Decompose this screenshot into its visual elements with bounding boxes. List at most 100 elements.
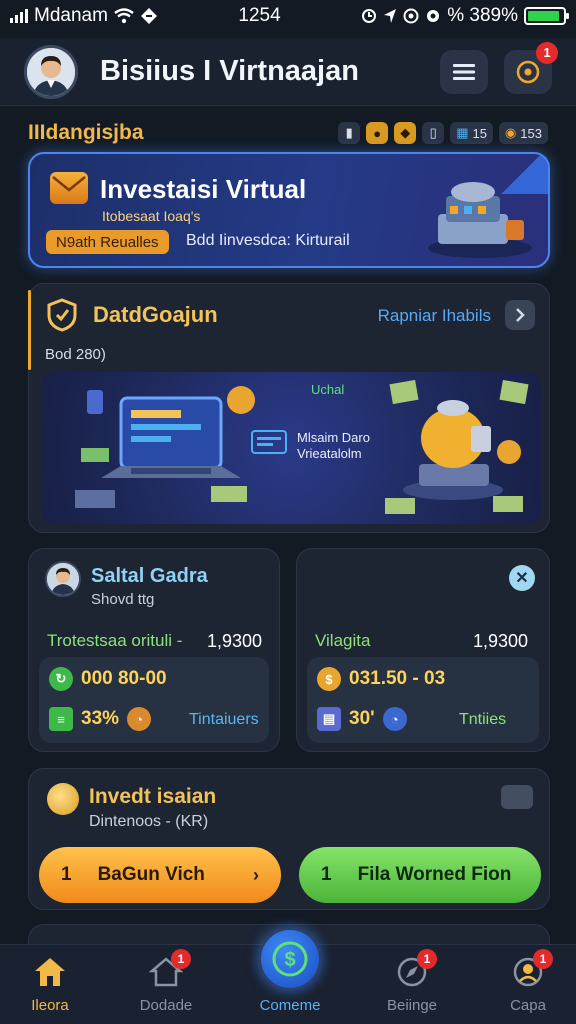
dollar-coin-icon: $	[317, 667, 341, 691]
bottom-nav: Ileora 1 Dodade $ Comeme 1 Beiinge 1 Cap…	[0, 927, 576, 1024]
stat-chip-b[interactable]: ◉ 153	[498, 122, 548, 144]
refresh-icon: ↻	[49, 667, 73, 691]
shield-icon	[47, 298, 77, 332]
status-time: 1254	[238, 5, 281, 26]
primary-action-button[interactable]: 1 BaGun Vich ›	[39, 847, 281, 903]
target-icon	[516, 60, 540, 83]
illustration-caption-1: Uchal	[311, 382, 345, 397]
nav-item-beiinge[interactable]: 1 Beiinge	[362, 949, 462, 1021]
section-header: IIIdangisjba ▮ ● ◆ ▯ ▦ 15 ◉ 153	[28, 118, 548, 148]
nav-item-home[interactable]: Ileora	[0, 955, 100, 1021]
timer-icon: ◔	[127, 707, 152, 731]
status-right: % 389%	[361, 5, 569, 27]
svg-text:$: $	[284, 949, 295, 971]
carrier-label: Mdanam	[34, 5, 108, 26]
feature-card: DatdGoajun Rapniar Ihabils Bod 280) Ucha…	[28, 283, 550, 533]
feature-card-link[interactable]: Rapniar Ihabils	[378, 306, 491, 326]
coin-chip-icon[interactable]: ●	[366, 122, 389, 144]
hero-pill-button[interactable]: N9ath Reualles	[46, 230, 169, 254]
profile-stats-panel: ↻ 000 80-00 ≡ 33% ◔ Tintaiuers	[39, 657, 269, 743]
grid-icon: ▦	[456, 125, 469, 140]
nav-badge-profile: 1	[533, 949, 553, 969]
primary-action-number: 1	[61, 864, 72, 885]
wifi-icon	[114, 8, 134, 24]
card-chip-icon[interactable]: ▯	[422, 122, 445, 144]
status-left: Mdanam	[10, 5, 158, 27]
stats-stat-2: ▤ 30' ◔	[317, 707, 407, 731]
home-icon	[33, 955, 67, 989]
nav-label-profile: Capa	[510, 997, 546, 1014]
menu-button[interactable]	[440, 49, 488, 94]
dollar-arrows-icon: $	[272, 941, 308, 977]
stats-link[interactable]: Tntiies	[459, 711, 506, 729]
signal-icon	[10, 9, 28, 23]
invest-card-subtitle: Dintenoos - (KR)	[89, 813, 209, 830]
stats-stat-1: $ 031.50 - 03	[317, 667, 445, 691]
nav-center-button[interactable]: $	[258, 927, 322, 991]
feature-card-meta: Bod 280)	[45, 346, 106, 363]
location-icon	[140, 8, 157, 24]
cash-stack-icon: ▤	[317, 707, 341, 731]
secondary-action-button[interactable]: 1 Fila Worned Fion	[299, 847, 541, 903]
illustration-caption-2: Mlsaim Daro Vrieatalolm	[297, 430, 370, 462]
profile-stat-1: ↻ 000 80-00	[49, 667, 167, 691]
navigation-icon	[384, 9, 397, 23]
settings-button[interactable]: 1	[504, 41, 558, 94]
avatar	[45, 561, 81, 597]
page-title: Bisiius I Virtnaajan	[100, 55, 359, 87]
stats-panel: $ 031.50 - 03 ▤ 30' ◔ Tntiies	[307, 657, 539, 743]
stats-card[interactable]: ✕ Vilagita 1,9300 $ 031.50 - 03 ▤ 30' ◔ …	[296, 548, 550, 752]
nav-item-profile[interactable]: 1 Capa	[478, 949, 576, 1021]
nav-item-dashboard[interactable]: 1 Dodade	[116, 949, 216, 1021]
section-label: IIIdangisjba	[28, 121, 144, 144]
gem-chip-icon[interactable]: ◆	[394, 122, 417, 144]
profile-stat-2-value: 33%	[81, 708, 120, 729]
profile-card[interactable]: Saltal Gadra Shovd ttg Trotestsaa oritul…	[28, 548, 280, 752]
nav-label-dashboard: Dodade	[139, 997, 193, 1014]
secondary-action-label: Fila Worned Fion	[357, 864, 512, 885]
illustration-caption-2-line1: Mlsaim Daro	[297, 430, 370, 445]
stats-stat-1-value: 031.50 - 03	[349, 668, 446, 689]
invest-card-title: Invedt isaian	[89, 785, 217, 808]
stat-chip-a-value: 15	[472, 125, 487, 141]
wallet-icon[interactable]	[501, 785, 533, 809]
camera-icon	[403, 8, 419, 24]
avatar[interactable]	[24, 44, 78, 99]
illustration-caption-2-line2: Vrieatalolm	[297, 446, 362, 461]
laptop-illustration-icon	[75, 386, 255, 508]
nav-label-center: Comeme	[259, 997, 321, 1014]
profile-row-label: Trotestsaa orituli -	[47, 631, 183, 650]
nav-label-home: Ileora	[31, 997, 69, 1014]
house-outline-icon: 1	[149, 949, 191, 989]
stat-chip-a[interactable]: ▦ 15	[450, 122, 493, 144]
profile-stat-2: ≡ 33% ◔	[49, 707, 152, 731]
gear-icon	[427, 10, 440, 22]
coins-icon: ◉	[504, 125, 517, 140]
profile-subtitle: Shovd ttg	[91, 591, 155, 608]
envelope-icon	[50, 172, 88, 204]
hero-description: Bdd Iinvesdca: Kirturail	[186, 232, 350, 249]
close-button[interactable]: ✕	[509, 565, 535, 591]
section-chips: ▮ ● ◆ ▯ ▦ 15 ◉ 153	[338, 122, 548, 144]
profile-stat-1-value: 000 80-00	[81, 668, 167, 689]
card-accent-bar	[28, 290, 31, 370]
battery-icon	[523, 7, 569, 25]
profile-stat-link[interactable]: Tintaiuers	[189, 711, 259, 729]
feature-card-arrow-button[interactable]	[505, 300, 535, 330]
chevron-right-icon	[516, 308, 525, 322]
stat-chip-b-value: 153	[520, 125, 542, 141]
invest-card: Invedt isaian Dintenoos - (KR) 1 BaGun V…	[28, 768, 550, 910]
stats-row-value: 1,9300	[473, 631, 529, 651]
battery-percent: % 389%	[447, 5, 518, 26]
alarm-icon	[362, 9, 377, 23]
chart-chip-icon[interactable]: ▮	[338, 122, 361, 144]
person-icon	[27, 47, 75, 96]
hero-banner[interactable]: Investaisi Virtual Itobesaat Ioaq's N9at…	[28, 152, 550, 268]
primary-action-label: BaGun Vich	[97, 864, 205, 885]
hero-subtitle: Itobesaat Ioaq's	[102, 208, 201, 224]
app-header: Bisiius I Virtnaajan 1	[0, 38, 576, 106]
vault-illustration-icon	[385, 379, 529, 514]
secondary-action-number: 1	[321, 864, 332, 885]
stats-row-label: Vilagita	[315, 631, 371, 650]
compass-icon: 1	[395, 949, 437, 989]
